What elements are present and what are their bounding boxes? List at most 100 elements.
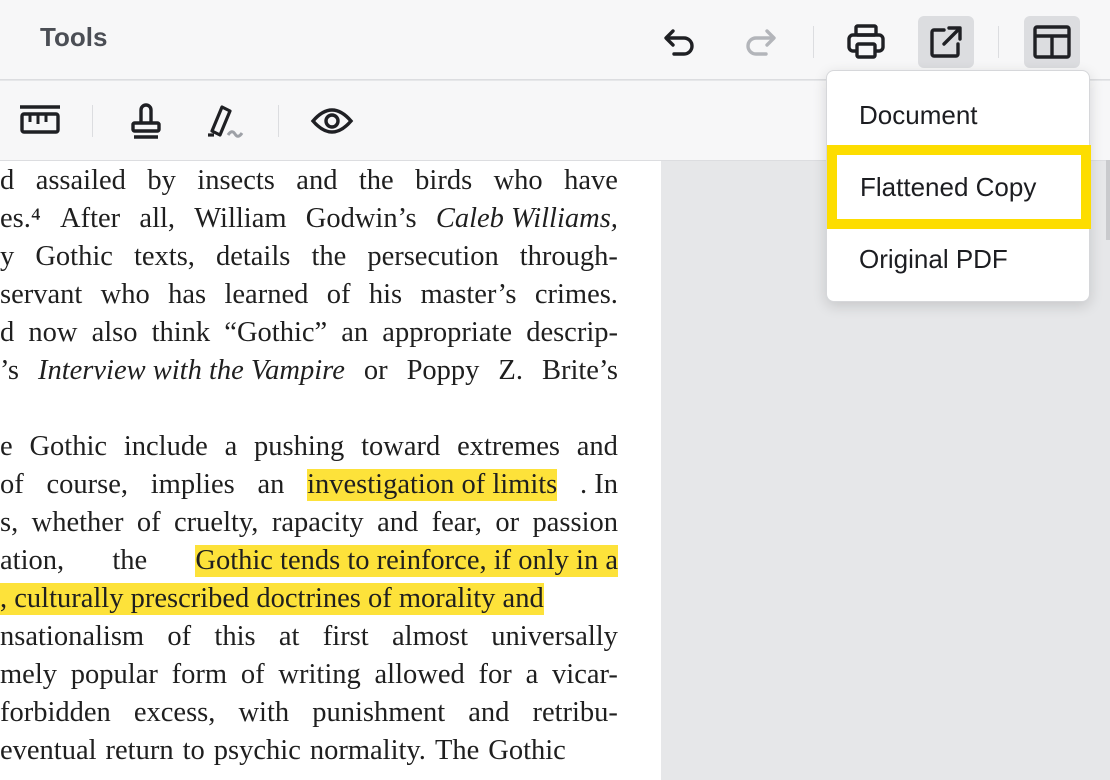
document-word: es.⁴ [0,203,41,234]
document-word: of [326,279,351,310]
document-word: allowed [374,659,465,690]
document-word: of [0,469,24,500]
ruler-tool-button[interactable] [16,99,64,143]
document-word: nsationalism [0,621,145,652]
view-tool-button[interactable] [308,99,356,143]
highlight-annotation: Gothic tends to reinforce, if only in a [195,545,618,577]
document-text-line: y Gothic texts, details the persecution throug… [0,238,618,276]
document-word: vicar- [552,659,618,690]
document-word: s, [0,507,19,538]
document-word: fear, [431,507,482,538]
document-text-line: ation, the Gothic tends to reinforce, if o… [0,542,618,580]
document-text-line: nsationalism of this at first almost universal… [0,618,618,656]
document-word: ’s [0,355,20,386]
document-word: descrip- [526,317,618,348]
menu-item-document[interactable]: Document [827,85,1089,145]
layout-panel-icon [1032,24,1072,60]
undo-button[interactable] [652,16,708,68]
document-word: first [322,621,369,652]
document-word: at [278,621,300,652]
document-text-line: servant who has learned of his master’s crimes. [0,276,618,314]
document-word: “Gothic” [224,317,328,348]
document-word: The [434,735,480,766]
document-text-line: s, whether of cruelty, rapacity and fear, or pas… [0,504,618,542]
document-word: persecution [367,241,499,272]
header-divider [813,26,814,58]
document-word: master’s [420,279,517,310]
document-text-line: of course, implies an investigation of limit… [0,466,618,504]
export-button[interactable] [918,16,974,68]
document-word: e [0,431,13,462]
document-page[interactable]: d assailed by insects and the birds who have es.⁴… [0,161,661,780]
document-word: forbidden [0,697,111,728]
document-word: Gothic [35,241,113,272]
document-word: crimes. [534,279,618,310]
stamp-icon [126,101,166,141]
document-word: by [147,165,176,196]
document-word: rapacity [271,507,364,538]
document-word: also [91,317,138,348]
document-word: eventual [0,735,97,766]
document-text-line: forbidden excess, with punishment and retribu… [0,694,618,732]
document-word: or [363,355,388,386]
document-word: texts, [133,241,195,272]
document-word: a [525,659,539,690]
document-word: whether [31,507,124,538]
document-word: appropriate [382,317,513,348]
print-button[interactable] [838,16,894,68]
document-word: and [377,507,419,538]
document-word: Caleb Williams, [435,203,618,234]
document-word: y [0,241,15,272]
document-word: and [576,431,618,462]
document-word: return [105,735,174,766]
undo-icon [663,27,697,57]
document-word: the [311,241,347,272]
document-word: this [214,621,256,652]
layout-panel-button[interactable] [1024,16,1080,68]
document-word: d [0,165,15,196]
document-text-line: d assailed by insects and the birds who have [0,162,618,200]
redo-icon [743,27,777,57]
menu-item-flattened-copy[interactable]: Flattened Copy [827,145,1091,229]
redo-button[interactable] [732,16,788,68]
document-word: popular [70,659,158,690]
document-word: through- [519,241,618,272]
top-header: Tools [0,0,1110,80]
document-word: Brite’s [541,355,618,386]
document-word: pushing [254,431,345,462]
signature-icon [204,101,248,141]
document-word: an [257,469,285,500]
signature-tool-button[interactable] [202,99,250,143]
document-word: Interview with the Vampire [38,355,345,386]
document-word: excess, [133,697,216,728]
document-word: retribu- [532,697,618,728]
document-word: almost [392,621,468,652]
document-word: passion [532,507,619,538]
scrollbar[interactable] [1106,160,1110,240]
document-word: think [151,317,211,348]
document-word: Gothic [488,735,566,766]
document-word: . In [580,469,618,500]
document-word: After [60,203,121,234]
tools-title: Tools [40,22,108,52]
toolbar-divider [92,105,93,137]
document-word: William [194,203,287,234]
document-word: of [240,659,265,690]
stamp-tool-button[interactable] [122,99,170,143]
print-icon [846,24,886,60]
menu-item-original-pdf[interactable]: Original PDF [827,229,1089,289]
document-word: mely [0,659,57,690]
document-word: or [495,507,520,538]
document-text-line: e Gothic include a pushing toward extremes and [0,428,618,466]
document-word: birds [415,165,473,196]
document-word: Godwin’s [305,203,417,234]
export-dropdown-menu: Document Flattened Copy Original PDF [826,70,1091,302]
document-word: for [478,659,512,690]
eye-icon [310,105,354,137]
document-word: psychic [213,735,301,766]
document-word: who [100,279,150,310]
document-word: implies [150,469,235,500]
toolbar-divider [278,105,279,137]
document-word: punishment [312,697,446,728]
document-word: the [358,165,394,196]
